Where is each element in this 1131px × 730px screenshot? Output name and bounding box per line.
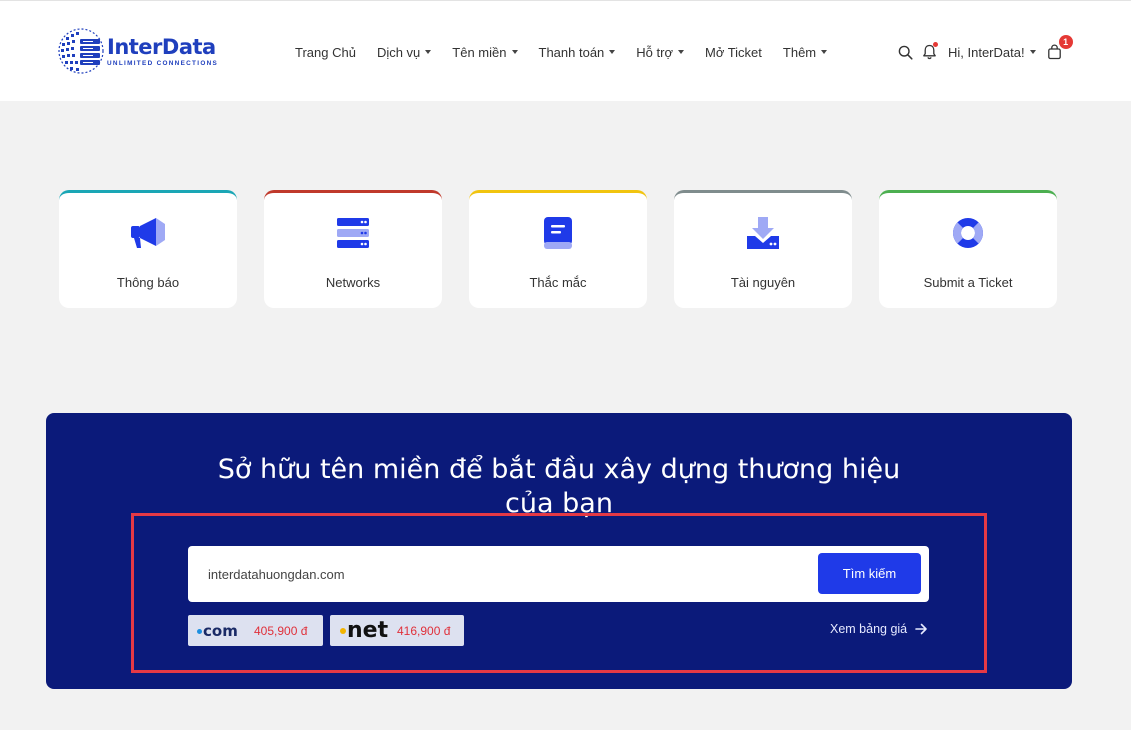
card-faq[interactable]: Thắc mắc bbox=[469, 190, 647, 308]
domain-search-input[interactable] bbox=[208, 546, 808, 602]
card-networks[interactable]: Networks bbox=[264, 190, 442, 308]
nav-label: Dịch vụ bbox=[376, 44, 421, 60]
logo[interactable]: InterData UNLIMITED CONNECTIONS bbox=[58, 23, 218, 79]
nav-item-home[interactable]: Trang Chủ bbox=[295, 45, 356, 60]
tld-com-badge[interactable]: com 405,900 đ bbox=[188, 615, 323, 646]
search-icon[interactable] bbox=[896, 43, 914, 61]
globe-logo-icon bbox=[58, 28, 104, 74]
tld-net-name: net bbox=[340, 617, 389, 643]
nav-item-open-ticket[interactable]: Mở Ticket bbox=[705, 45, 762, 60]
main-nav: Trang Chủ Dịch vụ Tên miền Thanh toán Hỗ… bbox=[295, 42, 828, 62]
card-resources[interactable]: Tài nguyên bbox=[674, 190, 852, 308]
download-icon bbox=[743, 213, 783, 253]
domain-search-section: Sở hữu tên miền để bắt đầu xây dựng thươ… bbox=[46, 413, 1072, 689]
bell-icon[interactable] bbox=[920, 42, 938, 61]
caret-down-icon bbox=[511, 50, 518, 54]
view-pricing-link[interactable]: Xem bảng giá bbox=[830, 622, 928, 636]
domain-search-bar: Tìm kiếm bbox=[188, 546, 929, 602]
nav-label: Thanh toán bbox=[538, 44, 605, 60]
nav-label: Tên miền bbox=[452, 44, 507, 60]
nav-item-support[interactable]: Hỗ trợ bbox=[636, 45, 684, 60]
tld-net-badge[interactable]: net 416,900 đ bbox=[330, 615, 464, 646]
caret-down-icon bbox=[677, 50, 684, 54]
caret-down-icon bbox=[425, 50, 432, 54]
domain-section-title: Sở hữu tên miền để bắt đầu xây dựng thươ… bbox=[217, 454, 901, 519]
nav-label: Thêm bbox=[782, 44, 817, 60]
caret-down-icon bbox=[821, 50, 828, 54]
dot-icon bbox=[197, 628, 202, 634]
megaphone-icon bbox=[128, 213, 168, 253]
caret-down-icon bbox=[609, 50, 616, 54]
nav-item-services[interactable]: Dịch vụ bbox=[376, 44, 432, 60]
header-tools: Hi, InterData! 1 bbox=[896, 35, 1073, 63]
nav-item-domains[interactable]: Tên miền bbox=[452, 44, 518, 60]
notification-dot bbox=[933, 42, 938, 47]
search-button[interactable]: Tìm kiếm bbox=[818, 553, 921, 594]
nav-item-more[interactable]: Thêm bbox=[782, 44, 828, 60]
tld-com-price: 405,900 đ bbox=[254, 623, 308, 638]
card-announcements[interactable]: Thông báo bbox=[59, 190, 237, 308]
cart-count-badge: 1 bbox=[1058, 35, 1073, 49]
tld-com-name: com bbox=[197, 622, 238, 640]
nav-item-billing[interactable]: Thanh toán bbox=[539, 45, 616, 60]
lifebuoy-icon bbox=[948, 213, 988, 253]
card-label: Networks bbox=[325, 275, 381, 290]
brand-name: InterData bbox=[107, 35, 216, 59]
quick-links: Thông báo Networks Thắc mắc Tài nguyên S… bbox=[59, 190, 1057, 308]
site-header: InterData UNLIMITED CONNECTIONS Trang Ch… bbox=[0, 0, 1131, 101]
dot-icon bbox=[340, 627, 346, 634]
server-icon bbox=[333, 213, 373, 253]
tld-label: com bbox=[203, 621, 238, 640]
arrow-right-icon bbox=[915, 623, 927, 635]
user-greeting: Hi, InterData! bbox=[948, 44, 1025, 60]
nav-label: Hỗ trợ bbox=[636, 44, 673, 60]
caret-down-icon bbox=[1029, 50, 1036, 54]
card-label: Thông báo bbox=[116, 275, 180, 290]
nav-label: Mở Ticket bbox=[704, 44, 762, 60]
tld-net-price: 416,900 đ bbox=[397, 623, 451, 638]
cart-icon[interactable]: 1 bbox=[1046, 35, 1073, 61]
card-submit-ticket[interactable]: Submit a Ticket bbox=[879, 190, 1057, 308]
brand-tagline: UNLIMITED CONNECTIONS bbox=[107, 60, 219, 67]
user-menu[interactable]: Hi, InterData! bbox=[948, 45, 1036, 60]
card-label: Thắc mắc bbox=[529, 275, 587, 290]
tld-label: net bbox=[347, 617, 389, 643]
nav-label: Trang Chủ bbox=[295, 44, 356, 60]
card-label: Tài nguyên bbox=[730, 275, 796, 290]
book-icon bbox=[538, 213, 578, 253]
view-pricing-label: Xem bảng giá bbox=[830, 622, 908, 636]
card-label: Submit a Ticket bbox=[923, 275, 1013, 290]
